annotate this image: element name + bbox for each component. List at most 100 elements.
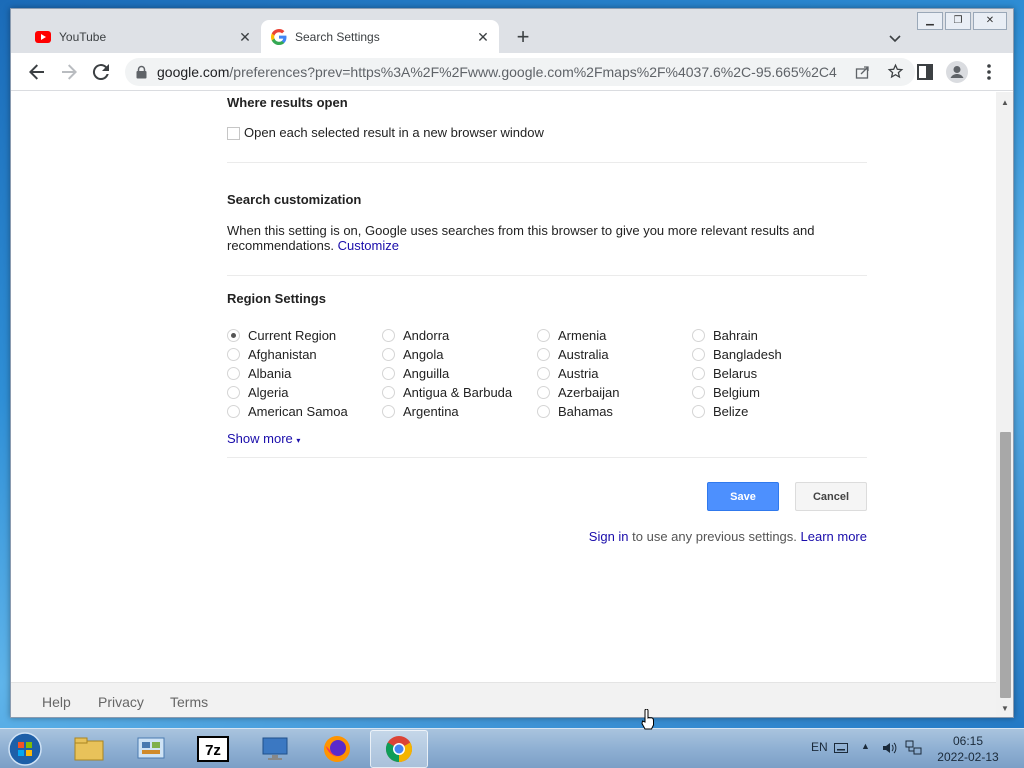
learn-more-link[interactable]: Learn more	[801, 529, 867, 544]
region-option[interactable]: Belarus	[692, 364, 757, 383]
bookmark-star-icon[interactable]	[887, 63, 904, 80]
region-radio-button[interactable]	[692, 367, 705, 380]
region-radio-button[interactable]	[537, 348, 550, 361]
footer-terms-link[interactable]: Terms	[170, 694, 208, 710]
cancel-button[interactable]: Cancel	[795, 482, 867, 511]
start-button-icon[interactable]	[6, 731, 44, 767]
region-option[interactable]: American Samoa	[227, 402, 348, 421]
profile-avatar-icon[interactable]	[945, 60, 969, 84]
region-radio-button[interactable]	[227, 329, 240, 342]
new-window-checkbox[interactable]	[227, 127, 240, 140]
region-option-label: Argentina	[403, 404, 459, 419]
region-option[interactable]: Azerbaijan	[537, 383, 619, 402]
file-explorer-taskbar-icon[interactable]	[60, 730, 118, 768]
footer-privacy-link[interactable]: Privacy	[98, 694, 144, 710]
tab-search-chevron-icon[interactable]	[885, 28, 905, 48]
show-more-link[interactable]: Show more ▾	[227, 431, 300, 446]
scroll-down-arrow-icon[interactable]: ▼	[1001, 704, 1009, 713]
region-option[interactable]: Bahrain	[692, 326, 758, 345]
page-content: Where results open Open each selected re…	[11, 92, 996, 717]
region-option-label: Current Region	[248, 328, 337, 343]
region-radio-button[interactable]	[537, 386, 550, 399]
minimize-button[interactable]: ▁	[917, 12, 943, 30]
new-tab-button[interactable]: +	[511, 26, 535, 50]
close-tab-icon[interactable]: ✕	[475, 29, 491, 45]
region-radio-button[interactable]	[227, 348, 240, 361]
side-panel-icon[interactable]	[913, 60, 937, 84]
region-option[interactable]: Belgium	[692, 383, 760, 402]
volume-icon[interactable]	[881, 740, 897, 756]
show-hidden-icons-arrow-icon[interactable]: ▲	[861, 741, 870, 751]
sign-in-link[interactable]: Sign in	[589, 529, 629, 544]
scroll-up-arrow-icon[interactable]: ▲	[1001, 98, 1009, 107]
region-option[interactable]: Australia	[537, 345, 609, 364]
7zip-taskbar-icon[interactable]: 7z	[184, 730, 242, 768]
region-option[interactable]: Bahamas	[537, 402, 613, 421]
region-radio-button[interactable]	[692, 348, 705, 361]
region-option[interactable]: Current Region	[227, 326, 336, 345]
region-option-label: Australia	[558, 347, 609, 362]
region-radio-button[interactable]	[692, 386, 705, 399]
lock-icon[interactable]	[135, 65, 148, 79]
address-bar[interactable]: google.com/preferences?prev=https%3A%2F%…	[125, 58, 915, 86]
region-option[interactable]: Algeria	[227, 383, 288, 402]
region-option-label: Azerbaijan	[558, 385, 620, 400]
divider	[227, 162, 867, 163]
region-option[interactable]: Belize	[692, 402, 748, 421]
region-option[interactable]: Andorra	[382, 326, 449, 345]
region-option[interactable]: Afghanistan	[227, 345, 317, 364]
region-option[interactable]: Angola	[382, 345, 443, 364]
share-icon[interactable]	[855, 64, 871, 80]
system-clock[interactable]: 06:15 2022-02-13	[932, 733, 1004, 765]
tab-title: YouTube	[59, 29, 107, 44]
tab-youtube[interactable]: YouTube ✕	[25, 20, 261, 53]
scroll-thumb[interactable]	[1000, 432, 1011, 698]
region-settings-title: Region Settings	[227, 291, 326, 306]
region-radio-button[interactable]	[382, 405, 395, 418]
region-option[interactable]: Bangladesh	[692, 345, 782, 364]
maximize-button[interactable]: ❐	[945, 12, 971, 30]
region-radio-button[interactable]	[227, 386, 240, 399]
customize-link[interactable]: Customize	[338, 238, 399, 253]
remote-desktop-taskbar-icon[interactable]	[246, 730, 304, 768]
region-option[interactable]: Austria	[537, 364, 598, 383]
close-tab-icon[interactable]: ✕	[237, 29, 253, 45]
menu-dots-icon[interactable]	[977, 60, 1001, 84]
region-radio-button[interactable]	[537, 367, 550, 380]
region-radio-button[interactable]	[382, 367, 395, 380]
google-icon	[271, 28, 287, 45]
tab-search-settings[interactable]: Search Settings ✕	[261, 20, 499, 53]
region-radio-button[interactable]	[227, 405, 240, 418]
control-panel-taskbar-icon[interactable]	[122, 730, 180, 768]
region-option-label: Andorra	[403, 328, 450, 343]
region-option-label: Bahrain	[713, 328, 758, 343]
region-radio-button[interactable]	[382, 329, 395, 342]
region-radio-button[interactable]	[692, 405, 705, 418]
network-icon[interactable]	[905, 740, 923, 756]
region-radio-button[interactable]	[692, 329, 705, 342]
region-radio-button[interactable]	[227, 367, 240, 380]
region-option[interactable]: Albania	[227, 364, 291, 383]
region-radio-button[interactable]	[537, 329, 550, 342]
region-option[interactable]: Argentina	[382, 402, 459, 421]
save-button[interactable]: Save	[707, 482, 779, 511]
region-option[interactable]: Armenia	[537, 326, 606, 345]
region-radio-button[interactable]	[382, 348, 395, 361]
footer-help-link[interactable]: Help	[42, 694, 71, 710]
where-results-open-title: Where results open	[227, 95, 348, 110]
reload-icon[interactable]	[89, 60, 113, 84]
region-option[interactable]: Antigua & Barbuda	[382, 383, 512, 402]
back-arrow-icon[interactable]	[25, 60, 49, 84]
close-window-button[interactable]: ✕	[973, 12, 1007, 30]
region-radio-button[interactable]	[382, 386, 395, 399]
region-radio-button[interactable]	[537, 405, 550, 418]
new-window-checkbox-label[interactable]: Open each selected result in a new brows…	[244, 125, 544, 140]
forward-arrow-icon[interactable]	[57, 60, 81, 84]
region-option-label: Bangladesh	[713, 347, 782, 362]
firefox-taskbar-icon[interactable]	[308, 730, 366, 768]
vertical-scrollbar[interactable]: ▲ ▼	[996, 92, 1013, 717]
region-option[interactable]: Anguilla	[382, 364, 449, 383]
language-indicator[interactable]: EN	[811, 740, 828, 754]
keyboard-icon[interactable]	[834, 743, 848, 753]
chrome-taskbar-icon[interactable]	[370, 730, 428, 768]
